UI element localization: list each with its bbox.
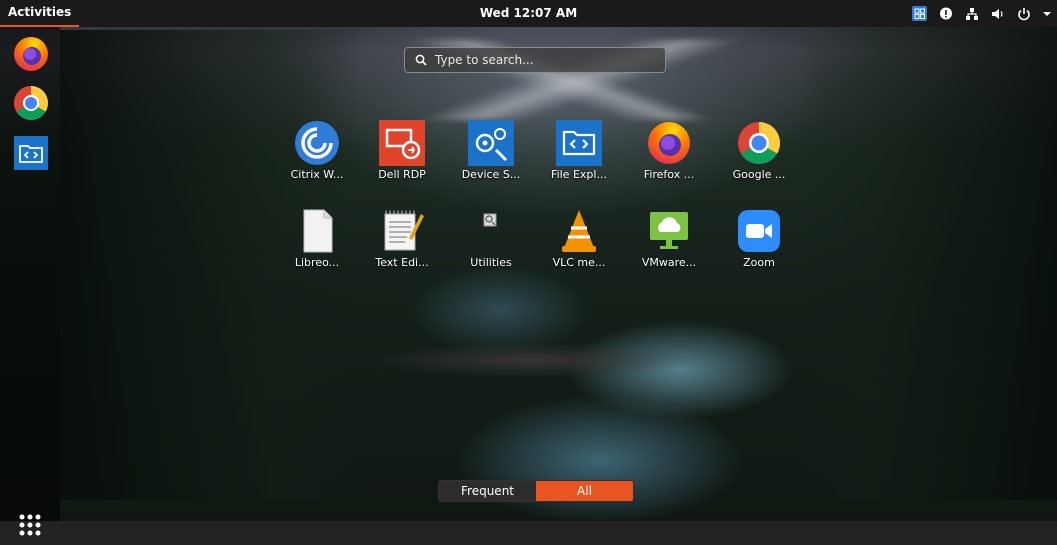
app-file-explorer[interactable]: File Expl...	[538, 120, 618, 200]
firefox-icon	[14, 37, 48, 71]
vmware-icon	[650, 212, 688, 249]
power-icon[interactable]	[1017, 6, 1031, 22]
menu-arrow-icon[interactable]	[1043, 6, 1051, 22]
vlc-icon	[562, 210, 596, 252]
app-label: Utilities	[470, 256, 512, 269]
chrome-icon	[738, 121, 781, 165]
search-box[interactable]	[404, 47, 666, 73]
notification-icon[interactable]	[939, 6, 953, 22]
app-grid-icon	[19, 514, 41, 536]
wallpaper-rocks	[320, 330, 740, 390]
show-applications-button[interactable]	[14, 509, 46, 541]
file-explorer-icon	[14, 136, 48, 170]
app-device-settings[interactable]: Device S...	[450, 120, 530, 200]
network-icon[interactable]	[965, 6, 979, 22]
device-settings-icon	[468, 120, 514, 166]
app-label: VMware...	[641, 256, 697, 269]
app-zoom[interactable]: Zoom	[718, 208, 798, 288]
app-label: Device S...	[461, 168, 521, 181]
search-input[interactable]	[433, 52, 657, 68]
app-utilities[interactable]: Utilities	[450, 208, 530, 288]
dock-firefox[interactable]	[12, 35, 50, 73]
frequent-all-switch: Frequent All	[438, 480, 634, 502]
clock-button[interactable]: Wed 12:07 AM	[480, 0, 577, 27]
app-label: Dell RDP	[378, 168, 426, 181]
chrome-icon	[14, 86, 48, 120]
zoom-icon	[738, 210, 780, 252]
citrix-icon	[295, 121, 339, 165]
app-text-editor[interactable]: Text Edi...	[361, 208, 441, 288]
activities-button[interactable]: Activities	[0, 0, 80, 27]
app-label: Citrix W...	[290, 168, 344, 181]
dock-google-chrome[interactable]	[12, 84, 50, 122]
app-google-chrome[interactable]: Google ...	[718, 120, 798, 200]
dock	[0, 27, 60, 536]
firefox-icon	[648, 122, 690, 164]
dock-file-explorer[interactable]	[12, 134, 50, 172]
app-label: Libreo...	[294, 256, 340, 269]
frequent-button[interactable]: Frequent	[439, 481, 536, 501]
volume-icon[interactable]	[991, 6, 1005, 22]
app-dell-rdp[interactable]: Dell RDP	[361, 120, 441, 200]
system-tray	[912, 0, 1051, 27]
all-button[interactable]: All	[536, 481, 633, 501]
app-label: Google ...	[732, 168, 786, 181]
app-label: Zoom	[743, 256, 775, 269]
text-editor-icon	[384, 210, 424, 251]
dell-rdp-icon	[379, 120, 425, 166]
app-libreoffice[interactable]: Libreo...	[276, 208, 356, 288]
search-icon	[415, 54, 427, 66]
app-firefox[interactable]: Firefox ...	[628, 120, 708, 200]
top-bar: Activities Wed 12:07 AM	[0, 0, 1057, 27]
app-label: Text Edi...	[375, 256, 429, 269]
utilities-icon	[483, 213, 497, 227]
app-citrix-workspace[interactable]: Citrix W...	[276, 120, 356, 200]
app-vlc[interactable]: VLC me...	[538, 208, 618, 288]
app-label: Firefox ...	[643, 168, 695, 181]
app-label: File Expl...	[551, 168, 607, 181]
app-label: VLC me...	[552, 256, 606, 269]
app-indicator-icon[interactable]	[912, 6, 927, 22]
libreoffice-icon	[303, 209, 333, 253]
file-explorer-icon	[556, 120, 602, 166]
app-vmware[interactable]: VMware...	[628, 208, 708, 288]
